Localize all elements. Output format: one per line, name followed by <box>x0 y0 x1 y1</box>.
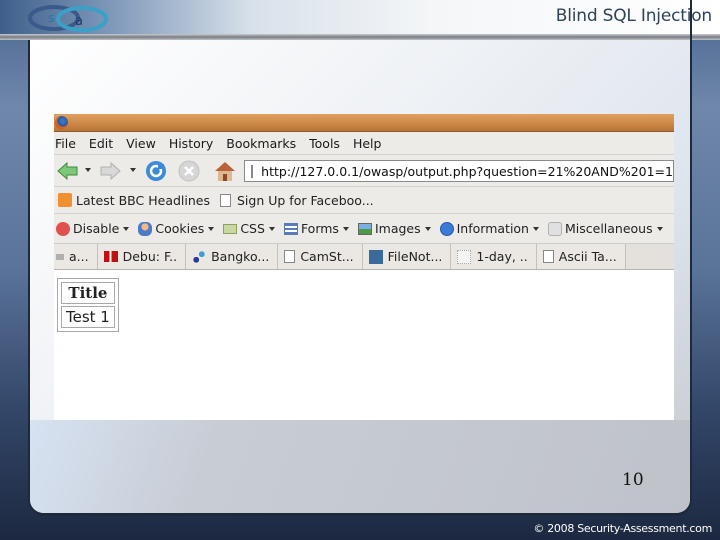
tab-label: Ascii Ta... <box>558 249 617 264</box>
tab-label: 1-day, .. <box>476 249 528 264</box>
dev-css-menu[interactable]: CSS <box>223 221 275 236</box>
reload-icon[interactable] <box>144 160 168 182</box>
table-row: Test 1 <box>61 306 115 328</box>
dev-miscellaneous-menu[interactable]: Miscellaneous <box>547 221 663 236</box>
back-history-dropdown[interactable] <box>85 168 91 172</box>
home-icon[interactable] <box>213 160 237 182</box>
chevron-down-icon <box>208 226 215 231</box>
dev-menu-label: Miscellaneous <box>564 221 653 236</box>
chevron-down-icon <box>123 226 130 231</box>
page-icon <box>284 250 296 263</box>
dev-menu-label: CSS <box>240 221 265 236</box>
table-cell: Test 1 <box>61 306 115 328</box>
calendar-icon <box>457 249 472 264</box>
page-content: Title Test 1 <box>54 270 674 420</box>
dev-menu-label: Cookies <box>155 221 205 236</box>
menu-history[interactable]: History <box>169 136 213 151</box>
dev-disable-menu[interactable]: Disable <box>56 221 130 236</box>
information-icon <box>439 221 454 236</box>
menu-file[interactable]: File <box>55 136 76 151</box>
menu-view[interactable]: View <box>126 136 156 151</box>
page-number: 10 <box>622 470 644 490</box>
pencil-icon[interactable] <box>668 224 674 233</box>
logo-letter-a: a <box>75 14 83 29</box>
web-developer-toolbar: Disable Cookies CSS Forms Images Informa… <box>54 214 674 244</box>
dev-cookies-menu[interactable]: Cookies <box>138 221 215 236</box>
bookmark-bbc-headlines[interactable]: Latest BBC Headlines <box>58 193 210 208</box>
forward-arrow-icon[interactable] <box>98 160 122 182</box>
back-arrow-icon[interactable] <box>56 160 80 182</box>
css-icon <box>223 223 238 234</box>
arrow-icon <box>56 253 64 260</box>
company-logo: s a <box>28 5 108 32</box>
menu-help[interactable]: Help <box>353 136 382 151</box>
page-icon <box>220 193 231 207</box>
miscellaneous-icon <box>547 221 562 236</box>
tab[interactable]: Debu: F.. <box>97 244 187 269</box>
bookmark-label: Latest BBC Headlines <box>76 192 210 208</box>
tab-label: Bangko... <box>211 249 270 264</box>
rss-icon <box>58 193 72 207</box>
tab-label: a... <box>69 249 89 264</box>
page-icon <box>542 250 554 263</box>
tab[interactable]: a... <box>54 244 98 269</box>
dev-images-menu[interactable]: Images <box>357 221 431 236</box>
tab-label: CamSt... <box>300 249 354 264</box>
url-input[interactable]: http://127.0.0.1/owasp/output.php?questi… <box>261 164 673 179</box>
url-bar[interactable]: http://127.0.0.1/owasp/output.php?questi… <box>244 160 674 182</box>
chevron-down-icon <box>342 226 349 231</box>
copyright-notice: © 2008 Security-Assessment.com <box>533 522 712 535</box>
bookmark-facebook-signup[interactable]: Sign Up for Faceboo... <box>220 193 374 208</box>
dev-forms-menu[interactable]: Forms <box>283 221 349 236</box>
menu-bookmarks[interactable]: Bookmarks <box>226 136 296 151</box>
dev-menu-label: Forms <box>300 221 339 236</box>
results-table: Title Test 1 <box>57 278 119 332</box>
debug-icon <box>103 251 118 262</box>
images-icon <box>357 222 372 235</box>
table-header: Title <box>61 282 115 304</box>
page-icon <box>251 164 254 178</box>
chevron-down-icon <box>424 226 431 231</box>
tab[interactable]: Bangko... <box>186 244 279 269</box>
dev-menu-label: Disable <box>73 221 120 236</box>
dev-menu-label: Information <box>456 221 529 236</box>
chevron-down-icon <box>532 226 539 231</box>
bookmarks-toolbar: Latest BBC Headlines Sign Up for Faceboo… <box>54 187 674 214</box>
tab-bar: a... Debu: F.. Bangko... CamSt... FileNo… <box>54 244 674 270</box>
disable-icon <box>56 221 70 236</box>
table-header-row: Title <box>61 282 115 304</box>
stop-icon[interactable] <box>177 160 201 182</box>
tab-label: FileNot... <box>387 249 443 264</box>
chevron-down-icon <box>268 226 275 231</box>
bookmark-label: Sign Up for Faceboo... <box>237 192 374 208</box>
dev-information-menu[interactable]: Information <box>439 221 539 236</box>
tab[interactable]: FileNot... <box>362 244 452 269</box>
forms-icon <box>283 222 298 235</box>
browser-screenshot: File Edit View History Bookmarks Tools H… <box>54 114 674 420</box>
sun-icon <box>368 249 383 264</box>
logo-letter-s: s <box>48 11 54 25</box>
chevron-down-icon <box>656 226 663 231</box>
navigation-toolbar: http://127.0.0.1/owasp/output.php?questi… <box>54 154 674 187</box>
menu-bar: File Edit View History Bookmarks Tools H… <box>54 132 674 154</box>
browser-titlebar <box>54 114 674 132</box>
panel-footer-area <box>30 420 690 513</box>
firefox-icon <box>55 116 68 129</box>
tab[interactable]: CamSt... <box>278 244 363 269</box>
cookies-icon <box>138 221 153 236</box>
tab[interactable]: 1-day, .. <box>451 244 537 269</box>
dev-menu-label: Images <box>374 221 421 236</box>
tab-label: Debu: F.. <box>122 249 178 264</box>
chart-icon <box>192 249 207 264</box>
menu-tools[interactable]: Tools <box>309 136 340 151</box>
slide-title: Blind SQL Injection <box>555 6 712 26</box>
forward-history-dropdown[interactable] <box>130 168 136 172</box>
menu-edit[interactable]: Edit <box>89 136 113 151</box>
tab[interactable]: Ascii Ta... <box>536 244 626 269</box>
